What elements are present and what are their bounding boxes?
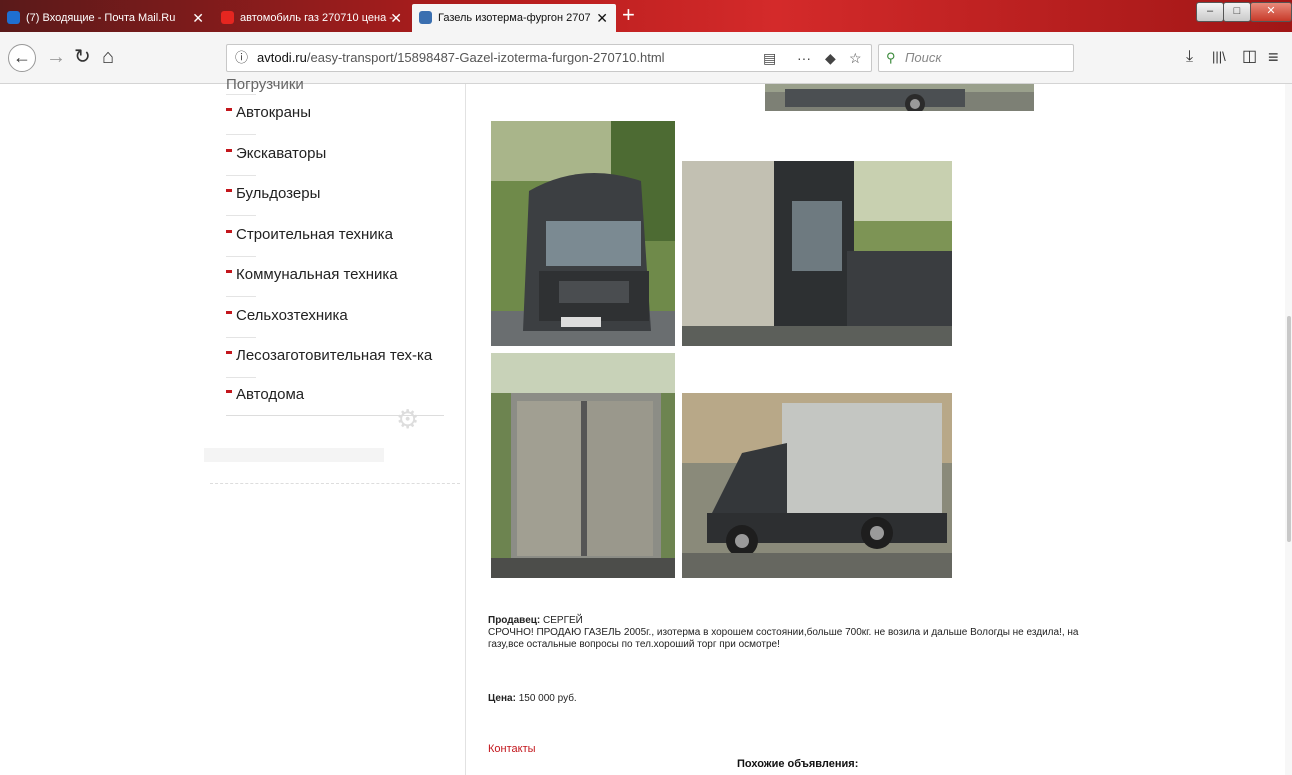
truck-photo <box>491 353 675 578</box>
bullet-icon <box>226 148 232 152</box>
minimize-button[interactable]: – <box>1196 2 1224 22</box>
tab-mail[interactable]: (7) Входящие - Почта Mail.Ru ✕ <box>0 4 212 32</box>
sidebar-item-partial[interactable]: Погрузчики <box>226 76 304 93</box>
divider <box>226 296 256 297</box>
listing-photo-4[interactable] <box>682 393 952 578</box>
divider <box>226 377 256 378</box>
seller-name: СЕРГЕЙ <box>543 615 583 626</box>
sidebar-item-motorhomes[interactable]: Автодома <box>226 386 304 403</box>
close-icon[interactable]: ✕ <box>192 4 204 32</box>
price-value: 150 000 руб. <box>518 693 577 704</box>
category-sidebar: Погрузчики Автокраны Экскаваторы Бульдоз… <box>200 76 465 775</box>
faded-banner <box>204 448 384 462</box>
divider <box>226 175 256 176</box>
navigation-toolbar: ← → ↻ ⌂ ⓘ avtodi.ru/easy-transport/15898… <box>0 32 1292 84</box>
bullet-icon <box>226 389 232 393</box>
menu-icon[interactable]: ≡ <box>1268 44 1279 70</box>
divider <box>226 94 256 95</box>
listing-photo-3[interactable] <box>491 353 675 578</box>
sidebar-icon[interactable]: ◫ <box>1242 44 1257 70</box>
sidebar-item-forestry[interactable]: Лесозаготовительная тех-ка <box>226 347 432 364</box>
truck-photo <box>765 84 1034 111</box>
close-icon[interactable]: ✕ <box>596 4 608 32</box>
url-text[interactable]: avtodi.ru/easy-transport/15898487-Gazel-… <box>257 45 665 71</box>
url-path: /easy-transport/15898487-Gazel-izoterma-… <box>306 50 665 65</box>
url-host: avtodi.ru <box>257 50 307 65</box>
sidebar-item-label: Автокраны <box>236 104 311 121</box>
tab-strip: (7) Входящие - Почта Mail.Ru ✕ автомобил… <box>0 0 1292 32</box>
sidebar-item-label: Лесозаготовительная тех-ка <box>236 347 433 364</box>
gear-icon: ⚙ <box>396 404 420 434</box>
page-actions-icon[interactable]: ··· <box>797 45 811 71</box>
sidebar-item-label: Коммунальная техника <box>236 266 398 283</box>
sidebar-item-bulldozers[interactable]: Бульдозеры <box>226 185 320 202</box>
price-line: Цена: 150 000 руб. <box>488 693 577 705</box>
seller-block: Продавец: СЕРГЕЙ СРОЧНО! ПРОДАЮ ГАЗЕЛЬ 2… <box>488 615 1088 651</box>
mail-ru-icon <box>7 11 20 24</box>
reader-view-icon[interactable]: ▤ <box>763 45 776 71</box>
search-icon: ⚲ <box>886 50 896 65</box>
dotted-divider <box>210 483 460 484</box>
sidebar-item-label: Сельхозтехника <box>236 307 348 324</box>
divider <box>226 134 256 135</box>
sidebar-item-label: Строительная техника <box>236 226 393 243</box>
divider <box>226 215 256 216</box>
tab-avtodi[interactable]: Газель изотерма-фургон 2707 ✕ <box>412 4 616 32</box>
listing-photo-top-partial[interactable] <box>765 84 1034 111</box>
download-icon[interactable]: ⤓ <box>1186 44 1193 70</box>
contacts-link[interactable]: Контакты <box>488 743 536 755</box>
sidebar-item-autocranes[interactable]: Автокраны <box>226 104 311 121</box>
tab-title: автомобиль газ 270710 цена - <box>240 12 393 24</box>
divider <box>226 256 256 257</box>
reload-button[interactable]: ↻ <box>74 45 91 69</box>
scrollbar-thumb[interactable] <box>1287 316 1291 542</box>
sidebar-item-construction[interactable]: Строительная техника <box>226 226 393 243</box>
sidebar-item-label: Экскаваторы <box>236 145 327 162</box>
home-button[interactable]: ⌂ <box>102 45 114 69</box>
sidebar-item-label: Погрузчики <box>226 76 304 93</box>
search-placeholder: Поиск <box>905 50 942 65</box>
close-icon[interactable]: ✕ <box>390 4 402 32</box>
sidebar-item-label: Автодома <box>236 386 305 403</box>
listing-photo-2[interactable] <box>682 161 952 346</box>
divider <box>226 337 256 338</box>
avtodi-icon <box>419 11 432 24</box>
sidebar-item-agricultural[interactable]: Сельхозтехника <box>226 307 348 324</box>
bullet-icon <box>226 269 232 273</box>
yandex-icon <box>221 11 234 24</box>
bullet-icon <box>226 107 232 111</box>
maximize-button[interactable]: □ <box>1223 2 1251 22</box>
bullet-icon <box>226 229 232 233</box>
search-input[interactable]: ⚲ Поиск <box>878 44 1074 72</box>
bullet-icon <box>226 188 232 192</box>
truck-photo <box>682 393 952 578</box>
content-divider <box>465 84 466 775</box>
forward-button[interactable]: → <box>46 45 66 69</box>
tab-yandex[interactable]: автомобиль газ 270710 цена - ✕ <box>214 4 410 32</box>
url-bar[interactable]: ⓘ avtodi.ru/easy-transport/15898487-Gaze… <box>226 44 872 72</box>
new-tab-button[interactable]: + <box>622 2 635 28</box>
price-label: Цена: <box>488 693 516 704</box>
truck-photo <box>682 161 952 346</box>
similar-listings-heading: Похожие объявления: <box>737 758 859 770</box>
close-window-button[interactable]: ✕ <box>1250 2 1292 22</box>
sidebar-item-label: Бульдозеры <box>236 185 321 202</box>
site-info-icon[interactable]: ⓘ <box>235 45 248 71</box>
sidebar-item-excavators[interactable]: Экскаваторы <box>226 145 326 162</box>
seller-label: Продавец: <box>488 615 541 626</box>
back-button[interactable]: ← <box>8 44 36 72</box>
library-icon[interactable]: |||\ <box>1212 44 1226 70</box>
listing-photo-1[interactable] <box>491 121 675 346</box>
tab-title: Газель изотерма-фургон 2707 <box>438 12 591 24</box>
bullet-icon <box>226 350 232 354</box>
truck-photo <box>491 121 675 346</box>
pocket-icon[interactable]: ◆ <box>825 45 836 71</box>
bookmark-star-icon[interactable]: ☆ <box>849 45 862 71</box>
seller-line: Продавец: СЕРГЕЙ <box>488 615 1088 627</box>
tab-title: (7) Входящие - Почта Mail.Ru <box>26 12 176 24</box>
listing-description: СРОЧНО! ПРОДАЮ ГАЗЕЛЬ 2005г., изотерма в… <box>488 627 1079 650</box>
sidebar-item-municipal[interactable]: Коммунальная техника <box>226 266 398 283</box>
bullet-icon <box>226 310 232 314</box>
